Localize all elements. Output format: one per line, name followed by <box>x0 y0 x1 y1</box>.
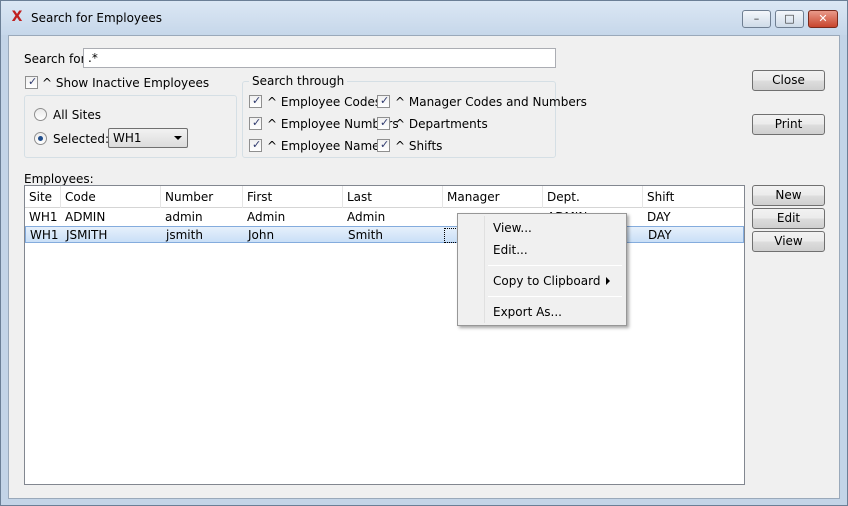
x-logo-icon: X <box>11 9 23 25</box>
site-select[interactable]: WH1 <box>108 128 188 148</box>
new-button[interactable]: New <box>752 185 825 206</box>
minimize-button[interactable]: – <box>742 10 771 28</box>
shifts-checkbox[interactable]: ✓ <box>377 138 390 152</box>
search-employees-window: X Search for Employees – □ ✕ Search for:… <box>0 0 848 506</box>
column-header-last[interactable]: Last <box>343 186 443 208</box>
maximize-button[interactable]: □ <box>775 10 804 28</box>
menu-item-export-as[interactable]: Export As... <box>460 301 624 323</box>
sites-group <box>24 95 237 158</box>
cell-last: Smith <box>348 228 383 242</box>
all-sites-label: All Sites <box>53 108 101 122</box>
chevron-right-icon <box>606 277 610 285</box>
column-header-dept[interactable]: Dept. <box>543 186 643 208</box>
checkmark-icon: ✓ <box>28 75 38 88</box>
checkmark-icon: ✓ <box>252 138 262 151</box>
cell-code: ADMIN <box>65 210 106 224</box>
cell-code: JSMITH <box>66 228 108 242</box>
cell-site: WH1 <box>30 228 59 242</box>
menu-item-copy-to-clipboard[interactable]: Copy to Clipboard <box>460 270 624 292</box>
title-bar[interactable]: X Search for Employees – □ ✕ <box>1 1 847 35</box>
employees-table[interactable]: Site Code Number First Last Manager Dept… <box>24 185 745 485</box>
column-header-number[interactable]: Number <box>161 186 243 208</box>
menu-item-edit[interactable]: Edit... <box>460 239 624 261</box>
edit-button[interactable]: Edit <box>752 208 825 229</box>
selected-site-label: Selected: <box>53 132 110 146</box>
employee-name-label: ^ Employee Name <box>267 139 380 153</box>
table-header: Site Code Number First Last Manager Dept… <box>25 186 744 208</box>
selected-site-radio[interactable] <box>34 132 47 145</box>
print-button[interactable]: Print <box>752 114 825 135</box>
checkmark-icon: ✓ <box>252 94 262 107</box>
checkmark-icon: ✓ <box>380 116 390 129</box>
checkmark-icon: ✓ <box>380 138 390 151</box>
search-label: Search for: <box>24 52 90 66</box>
employee-codes-checkbox[interactable]: ✓ <box>249 94 262 108</box>
cell-last: Admin <box>347 210 386 224</box>
show-inactive-checkbox[interactable]: ✓ <box>25 75 38 89</box>
all-sites-radio[interactable] <box>34 108 47 121</box>
menu-item-view[interactable]: View... <box>460 217 624 239</box>
checkmark-icon: ✓ <box>252 116 262 129</box>
column-header-manager[interactable]: Manager <box>443 186 543 208</box>
close-button[interactable]: Close <box>752 70 825 91</box>
radio-dot-icon <box>38 136 43 141</box>
table-row[interactable]: WH1 ADMIN admin Admin Admin ADMIN DAY <box>25 209 744 226</box>
chevron-down-icon <box>174 136 182 140</box>
cell-shift: DAY <box>647 210 671 224</box>
employee-codes-label: ^ Employee Codes <box>267 95 382 109</box>
window-title: Search for Employees <box>31 11 163 25</box>
manager-codes-checkbox[interactable]: ✓ <box>377 94 390 108</box>
context-menu: View... Edit... Copy to Clipboard Export… <box>457 213 627 326</box>
view-button[interactable]: View <box>752 231 825 252</box>
employees-label: Employees: <box>24 172 94 186</box>
site-select-value: WH1 <box>113 131 142 145</box>
menu-item-copy-label: Copy to Clipboard <box>493 274 601 288</box>
manager-codes-label: ^ Manager Codes and Numbers <box>395 95 587 109</box>
employee-name-checkbox[interactable]: ✓ <box>249 138 262 152</box>
checkmark-icon: ✓ <box>380 94 390 107</box>
cell-site: WH1 <box>29 210 58 224</box>
departments-checkbox[interactable]: ✓ <box>377 116 390 130</box>
cell-first: Admin <box>247 210 286 224</box>
cell-first: John <box>248 228 275 242</box>
cell-number: jsmith <box>166 228 203 242</box>
dialog-body: Search for: .* ✓ ^ Show Inactive Employe… <box>8 35 840 499</box>
menu-separator <box>488 265 622 266</box>
employee-numbers-checkbox[interactable]: ✓ <box>249 116 262 130</box>
column-header-first[interactable]: First <box>243 186 343 208</box>
departments-label: ^ Departments <box>395 117 488 131</box>
search-input[interactable]: .* <box>83 48 556 68</box>
close-window-button[interactable]: ✕ <box>808 10 838 28</box>
menu-separator <box>488 296 622 297</box>
cell-number: admin <box>165 210 203 224</box>
column-header-code[interactable]: Code <box>61 186 161 208</box>
table-row-selected[interactable]: WH1 JSMITH jsmith John Smith DAY <box>25 226 744 243</box>
column-header-shift[interactable]: Shift <box>643 186 744 208</box>
shifts-label: ^ Shifts <box>395 139 443 153</box>
cell-shift: DAY <box>648 228 672 242</box>
show-inactive-label: ^ Show Inactive Employees <box>42 76 210 90</box>
search-through-title: Search through <box>249 74 348 88</box>
column-header-site[interactable]: Site <box>25 186 61 208</box>
